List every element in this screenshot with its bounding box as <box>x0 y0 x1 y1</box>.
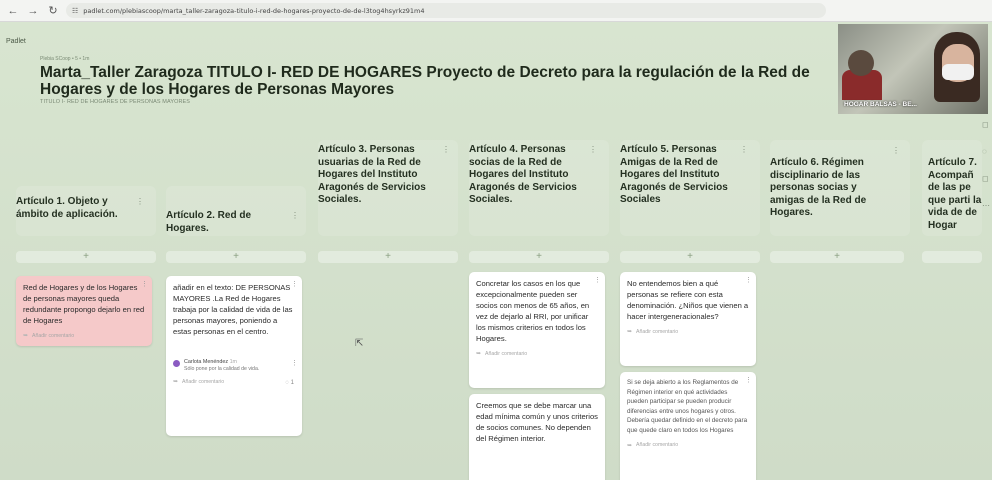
forward-arrow-icon[interactable]: → <box>26 4 40 18</box>
add-post-button[interactable]: + <box>770 251 904 263</box>
comment-icon: ◌ <box>285 380 289 386</box>
post-text: Creemos que se debe marcar una edad míni… <box>476 401 598 443</box>
comment-time: 1m <box>229 359 238 365</box>
comment: Carlota Menéndez 1m Sólo pone por la cal… <box>173 359 298 372</box>
column-header: Artículo 3. Personas usuarias de la Red … <box>318 144 450 207</box>
column-title: Artículo 3. Personas usuarias de la Red … <box>318 144 426 206</box>
comment-icon: ➥ <box>173 379 179 385</box>
column-title: Artículo 2. Red de Hogares. <box>166 210 252 234</box>
column-header: Artículo 6. Régimen disciplinario de las… <box>770 146 900 220</box>
kebab-menu-icon[interactable]: ⋮ <box>745 276 752 284</box>
column-title: Artículo 5. Personas Amigas de la Red de… <box>620 144 728 206</box>
comment-text: Sólo pone por la calidad de vida. <box>184 366 260 372</box>
post-card[interactable]: Creemos que se debe marcar una edad míni… <box>469 394 605 480</box>
kebab-menu-icon[interactable]: ⋮ <box>740 144 748 157</box>
kebab-menu-icon[interactable]: ⋮ <box>291 210 299 223</box>
add-post-button[interactable]: + <box>469 251 609 263</box>
kebab-menu-icon[interactable]: ⋮ <box>291 359 298 367</box>
column-header: Artículo 1. Objeto y ámbito de aplicació… <box>16 196 144 221</box>
column-title: Artículo 4. Personas socias de la Red de… <box>469 144 577 206</box>
column-header: Artículo 2. Red de Hogares. ⋮ <box>166 210 299 235</box>
kebab-menu-icon[interactable]: ⋮ <box>141 280 148 288</box>
add-comment-label: Añadir comentario <box>636 328 679 335</box>
padlet-logo[interactable]: Padlet <box>6 38 26 45</box>
column-title: Artículo 1. Objeto y ámbito de aplicació… <box>16 196 118 220</box>
add-comment-label: Añadir comentario <box>32 332 75 339</box>
video-background-person-head <box>848 50 874 76</box>
post-text: añadir en el texto: DE PERSONAS MAYORES … <box>173 283 293 336</box>
board-meta: Plebia SCoop • 5 • 1m <box>40 56 90 62</box>
post-text: No entendemos bien a qué personas se ref… <box>627 279 749 321</box>
settings-icon[interactable]: ◻ <box>982 174 992 183</box>
add-comment-button[interactable]: ➥ Añadir comentario <box>627 442 749 449</box>
reload-icon[interactable]: ↻ <box>46 4 60 18</box>
browser-toolbar: ← → ↻ ☷ padlet.com/plebiascoop/marta_tal… <box>0 0 992 22</box>
video-participant-name: HOGAR BALSAS - BE... <box>844 101 917 108</box>
column-title: Artículo 6. Régimen disciplinario de las… <box>770 157 867 219</box>
comment-author: Carlota Menéndez <box>184 359 229 365</box>
kebab-menu-icon[interactable]: ⋮ <box>442 144 450 157</box>
kebab-menu-icon[interactable]: ⋮ <box>594 276 601 284</box>
share-icon[interactable]: ◻ <box>982 120 992 129</box>
padlet-board: Padlet Plebia SCoop • 5 • 1m Marta_Talle… <box>0 22 992 480</box>
board-subtitle: TITULO I- RED DE HOGARES DE PERSONAS MAY… <box>40 99 191 105</box>
post-text: Si se deja abierto a los Reglamentos de … <box>627 379 748 434</box>
kebab-menu-icon[interactable]: ⋮ <box>589 144 597 157</box>
comment-icon: ➥ <box>627 329 633 335</box>
mouse-cursor-icon: ⇱ <box>355 338 364 349</box>
back-arrow-icon[interactable]: ← <box>6 4 20 18</box>
comment-count-value: 1 <box>290 380 294 386</box>
column-title: Artículo 7. Acompañ de las pe que parti … <box>928 157 982 231</box>
column-header: Artículo 4. Personas socias de la Red de… <box>469 144 597 207</box>
video-call-tile: HOGAR BALSAS - BE... <box>838 24 988 114</box>
kebab-menu-icon[interactable]: ⋮ <box>136 196 144 209</box>
column-header: Artículo 7. Acompañ de las pe que parti … <box>928 157 982 233</box>
comment-count[interactable]: ◌ 1 <box>285 380 294 386</box>
right-toolbar: ◻ ◌ ◻ ⋯ <box>982 120 992 210</box>
avatar <box>173 360 180 367</box>
tune-icon[interactable]: ☷ <box>72 7 78 15</box>
comment-icon: ➥ <box>476 351 482 357</box>
board-title: Marta_Taller Zaragoza TITULO I- RED DE H… <box>40 64 810 98</box>
add-post-button[interactable]: + <box>16 251 156 263</box>
column-header: Artículo 5. Personas Amigas de la Red de… <box>620 144 748 207</box>
post-card[interactable]: ⋮ Si se deja abierto a los Reglamentos d… <box>620 372 756 480</box>
add-post-button[interactable] <box>922 251 982 263</box>
video-participant-mask <box>942 64 974 80</box>
post-card[interactable]: ⋮ añadir en el texto: DE PERSONAS MAYORE… <box>166 276 302 436</box>
search-icon[interactable]: ◌ <box>982 147 992 156</box>
comment-icon: ➥ <box>23 333 29 339</box>
add-comment-button[interactable]: ➥ Añadir comentario <box>627 328 749 336</box>
add-post-button[interactable]: + <box>318 251 458 263</box>
kebab-menu-icon[interactable]: ⋮ <box>291 280 298 288</box>
post-text: Red de Hogares y de los Hogares de perso… <box>23 283 145 325</box>
column-articulo-7: Artículo 7. Acompañ de las pe que parti … <box>922 140 982 280</box>
post-card[interactable]: ⋮ No entendemos bien a qué personas se r… <box>620 272 756 366</box>
add-post-button[interactable]: + <box>620 251 760 263</box>
add-comment-button[interactable]: ➥ Añadir comentario <box>476 350 598 358</box>
post-card[interactable]: ⋮ Red de Hogares y de los Hogares de per… <box>16 276 152 346</box>
add-comment-label: Añadir comentario <box>485 350 528 357</box>
address-bar[interactable]: ☷ padlet.com/plebiascoop/marta_taller-za… <box>66 3 826 18</box>
kebab-menu-icon[interactable]: ⋮ <box>745 376 752 384</box>
post-card[interactable]: ⋮ Concretar los casos en los que excepci… <box>469 272 605 388</box>
add-comment-label: Añadir comentario <box>182 378 225 385</box>
url-text: padlet.com/plebiascoop/marta_taller-zara… <box>83 6 425 15</box>
comment-icon: ➥ <box>627 442 633 449</box>
add-comment-button[interactable]: ➥ Añadir comentario <box>173 378 295 386</box>
add-post-button[interactable]: + <box>166 251 306 263</box>
comment-author-line: Carlota Menéndez 1m <box>184 359 259 365</box>
more-icon[interactable]: ⋯ <box>982 201 992 210</box>
add-comment-button[interactable]: ➥ Añadir comentario <box>23 332 145 340</box>
post-text: Concretar los casos en los que excepcion… <box>476 279 590 343</box>
add-comment-label: Añadir comentario <box>636 442 679 449</box>
kebab-menu-icon[interactable]: ⋮ <box>892 145 900 158</box>
